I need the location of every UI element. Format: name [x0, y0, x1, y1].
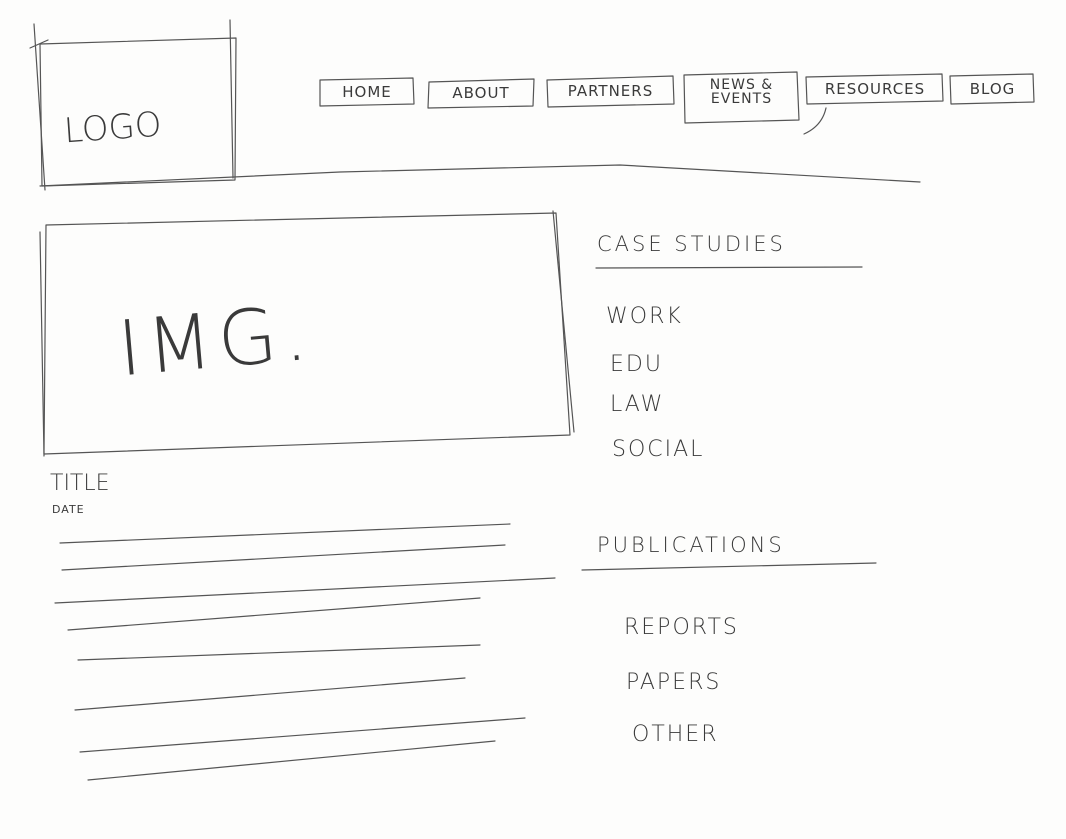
nav-news-label: NEWS &: [709, 77, 774, 93]
nav-news-events-link[interactable]: NEWS & EVENTS: [686, 78, 797, 106]
nav-events-label: EVENTS: [710, 91, 773, 107]
nav-blog-link[interactable]: BLOG: [952, 80, 1033, 98]
logo-box: [29, 19, 237, 191]
publication-reports-link[interactable]: REPORTS: [624, 615, 739, 640]
case-studies-underline: [595, 266, 863, 269]
case-studies-heading: CASE STUDIES: [597, 232, 786, 256]
nav-blog-label: BLOG: [969, 80, 1016, 98]
nav-home-link[interactable]: HOME: [322, 83, 412, 101]
publication-other-link[interactable]: OTHER: [632, 722, 718, 747]
nav-resources-label: RESOURCES: [824, 80, 926, 98]
nav-resources-link[interactable]: RESOURCES: [808, 80, 942, 98]
article-date: DATE: [52, 503, 85, 516]
logo[interactable]: LOGO: [63, 105, 163, 152]
header-divider: [39, 164, 921, 187]
case-study-edu-link[interactable]: EDU: [610, 352, 663, 377]
case-study-work-link[interactable]: WORK: [606, 304, 683, 329]
nav-home-label: HOME: [342, 83, 392, 101]
publication-papers-link[interactable]: PAPERS: [626, 670, 721, 695]
nav-partners-link[interactable]: PARTNERS: [549, 82, 672, 100]
case-study-law-link[interactable]: LAW: [610, 392, 664, 417]
publications-heading: PUBLICATIONS: [597, 533, 785, 557]
nav-about-link[interactable]: ABOUT: [430, 84, 532, 102]
hero-image-label: IMG.: [114, 287, 317, 394]
publications-underline: [581, 562, 877, 571]
nav-about-label: ABOUT: [452, 84, 510, 102]
body-text-lines: [54, 523, 556, 781]
nav-partners-label: PARTNERS: [567, 82, 654, 100]
case-study-social-link[interactable]: SOCIAL: [612, 437, 704, 462]
article-title: TITLE: [50, 471, 110, 496]
